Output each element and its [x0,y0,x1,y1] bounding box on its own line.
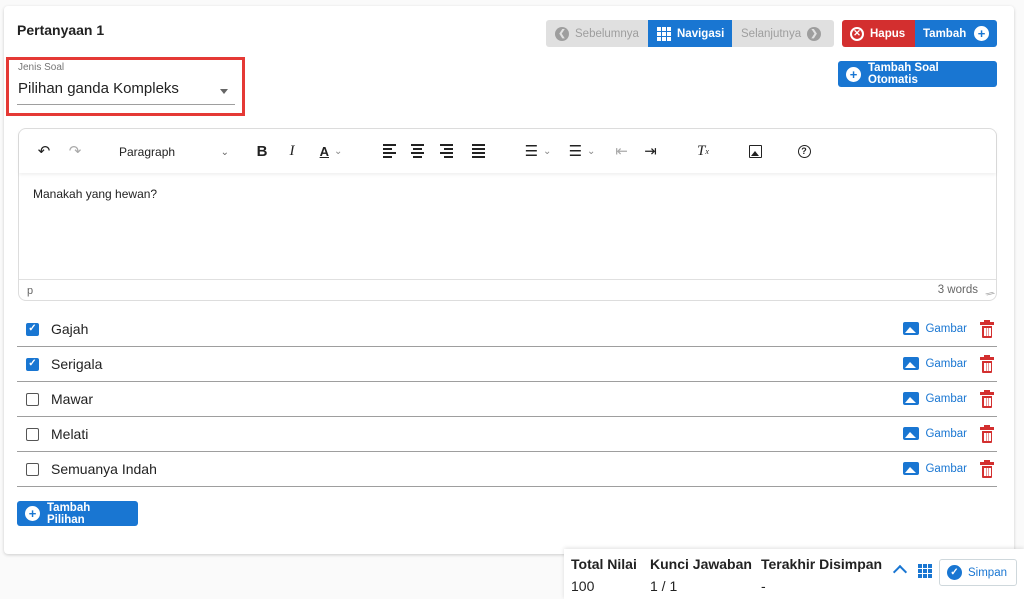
chevron-right-icon: ❯ [807,26,822,41]
trash-icon[interactable] [980,460,994,478]
rich-text-editor: ↶ ↷ Paragraph ⌄ B I A ⌄ ☰ ⌄ ☰ ⌄ ⇤ ⇥ Tx ?… [18,128,997,301]
trash-icon[interactable] [980,320,994,338]
block-format-select[interactable]: Paragraph ⌄ [119,143,229,161]
dropdown-arrow-icon[interactable] [220,89,228,94]
option-row: Melati Gambar [17,417,997,452]
option-row: ✓ Gajah Gambar [17,312,997,347]
answer-key: Kunci Jawaban 1 / 1 [650,556,752,594]
last-saved: Terakhir Disimpan - [761,556,883,594]
element-path[interactable]: p [27,285,33,297]
summary-panel: Total Nilai 100 Kunci Jawaban 1 / 1 Tera… [564,549,1024,599]
question-type-select[interactable]: Pilihan ganda Kompleks [18,80,179,97]
align-center-icon[interactable] [410,141,425,161]
option-checkbox[interactable]: ✓ [26,322,39,336]
answer-options: ✓ Gajah Gambar ✓ Serigala Gambar Mawar G… [17,312,997,487]
indent-icon[interactable]: ⇥ [643,141,658,161]
trash-icon[interactable] [980,390,994,408]
image-icon [903,427,920,440]
grid-icon[interactable] [918,564,932,578]
add-image-button[interactable]: Gambar [903,462,967,475]
delete-question-button[interactable]: ✕ Hapus [842,20,915,47]
trash-icon[interactable] [980,355,994,373]
question-title: Pertanyaan 1 [17,22,105,38]
image-icon [903,357,920,370]
plus-circle-icon: + [25,506,40,521]
undo-icon[interactable]: ↶ [34,141,54,161]
italic-icon[interactable]: I [285,141,299,161]
plus-circle-icon: + [846,66,861,82]
navigation-button[interactable]: Navigasi [648,20,732,47]
add-image-button[interactable]: Gambar [903,392,967,405]
bullet-list-icon[interactable]: ☰ ⌄ [523,141,553,161]
option-checkbox[interactable]: ✓ [26,357,39,371]
option-label: Serigala [51,356,103,372]
editor-toolbar: ↶ ↷ Paragraph ⌄ B I A ⌄ ☰ ⌄ ☰ ⌄ ⇤ ⇥ Tx ? [19,129,996,173]
plus-circle-icon: + [974,26,989,41]
option-label: Mawar [51,391,94,407]
option-checkbox[interactable] [26,462,39,476]
option-checkbox[interactable] [26,427,39,441]
auto-add-question-button[interactable]: + Tambah Soal Otomatis [838,61,997,87]
chevron-down-icon: ⌄ [220,146,229,158]
help-icon[interactable]: ? [796,141,812,161]
image-icon [903,392,920,405]
question-actions: ✕ Hapus Tambah + [842,20,997,47]
option-label: Melati [51,426,89,442]
align-right-icon[interactable] [439,141,454,161]
total-score: Total Nilai 100 [571,556,637,594]
select-underline [17,104,235,105]
editor-content[interactable]: Manakah yang hewan? [33,187,157,201]
clear-formatting-icon[interactable]: Tx [696,141,710,161]
option-checkbox[interactable] [26,392,39,406]
option-label: Semuanya Indah [51,461,157,477]
text-color-icon[interactable]: A ⌄ [312,141,350,161]
redo-icon[interactable]: ↷ [65,141,85,161]
navigation-group: ❮ Sebelumnya Navigasi Selanjutnya ❯ [546,20,834,47]
image-icon [903,322,920,335]
chevron-up-icon[interactable] [892,564,908,580]
align-justify-icon[interactable] [471,141,486,161]
bold-icon[interactable]: B [254,141,270,161]
add-image-button[interactable]: Gambar [903,322,967,335]
option-row: ✓ Serigala Gambar [17,347,997,382]
option-row: Mawar Gambar [17,382,997,417]
outdent-icon[interactable]: ⇤ [614,141,629,161]
insert-image-icon[interactable] [747,141,763,161]
numbered-list-icon[interactable]: ☰ ⌄ [566,141,598,161]
next-button[interactable]: Selanjutnya ❯ [732,20,834,47]
option-label: Gajah [51,321,89,337]
close-circle-icon: ✕ [850,26,864,41]
editor-statusbar: p 3 words ∕∕ [19,279,996,301]
add-image-button[interactable]: Gambar [903,357,967,370]
previous-button[interactable]: ❮ Sebelumnya [546,20,648,47]
save-button[interactable]: ✓ Simpan [939,559,1017,586]
trash-icon[interactable] [980,425,994,443]
check-circle-icon: ✓ [947,565,962,580]
image-icon [903,462,920,475]
word-count[interactable]: 3 words [938,284,978,296]
question-type-label: Jenis Soal [18,62,65,73]
add-option-button[interactable]: + Tambah Pilihan [17,501,138,526]
add-question-button[interactable]: Tambah + [915,20,997,47]
resize-handle-icon[interactable]: ∕∕ [984,289,994,299]
option-row: Semuanya Indah Gambar [17,452,997,487]
add-image-button[interactable]: Gambar [903,427,967,440]
chevron-left-icon: ❮ [555,26,569,41]
align-left-icon[interactable] [382,141,397,161]
grid-icon [657,26,671,41]
